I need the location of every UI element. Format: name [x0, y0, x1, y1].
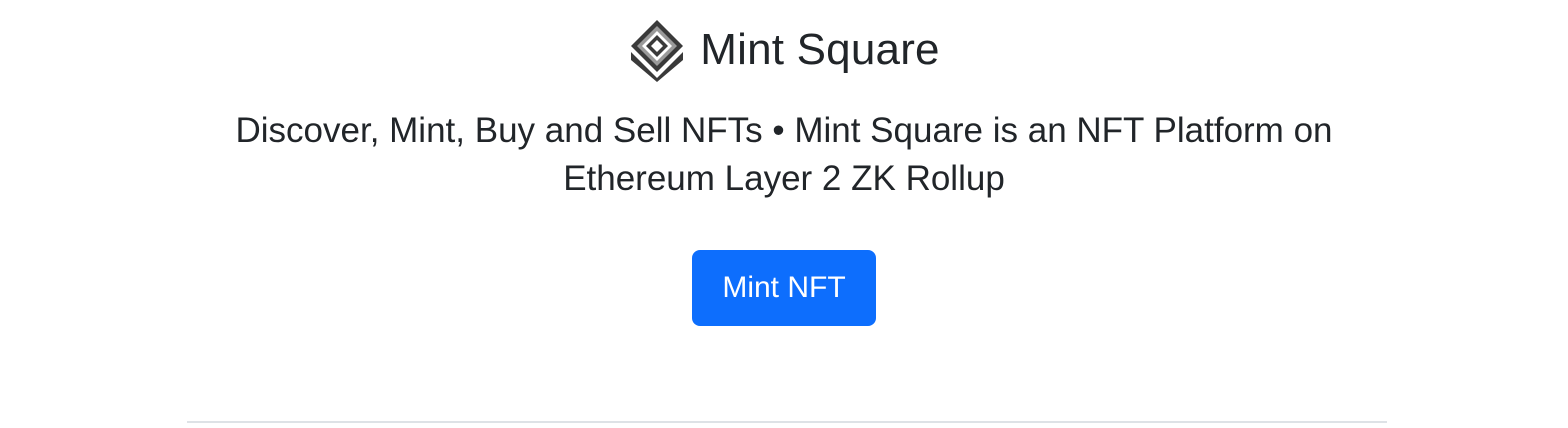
section-divider: [187, 421, 1387, 423]
mint-nft-button[interactable]: Mint NFT: [692, 250, 876, 326]
brand-link[interactable]: Mint Square: [628, 18, 940, 82]
hero-tagline: Discover, Mint, Buy and Sell NFTs • Mint…: [235, 111, 1333, 198]
cta-container: Mint NFT: [0, 250, 1568, 326]
brand-name: Mint Square: [700, 25, 940, 74]
site-header: Mint Square: [0, 18, 1568, 82]
mint-square-diamond-icon: [631, 20, 684, 82]
